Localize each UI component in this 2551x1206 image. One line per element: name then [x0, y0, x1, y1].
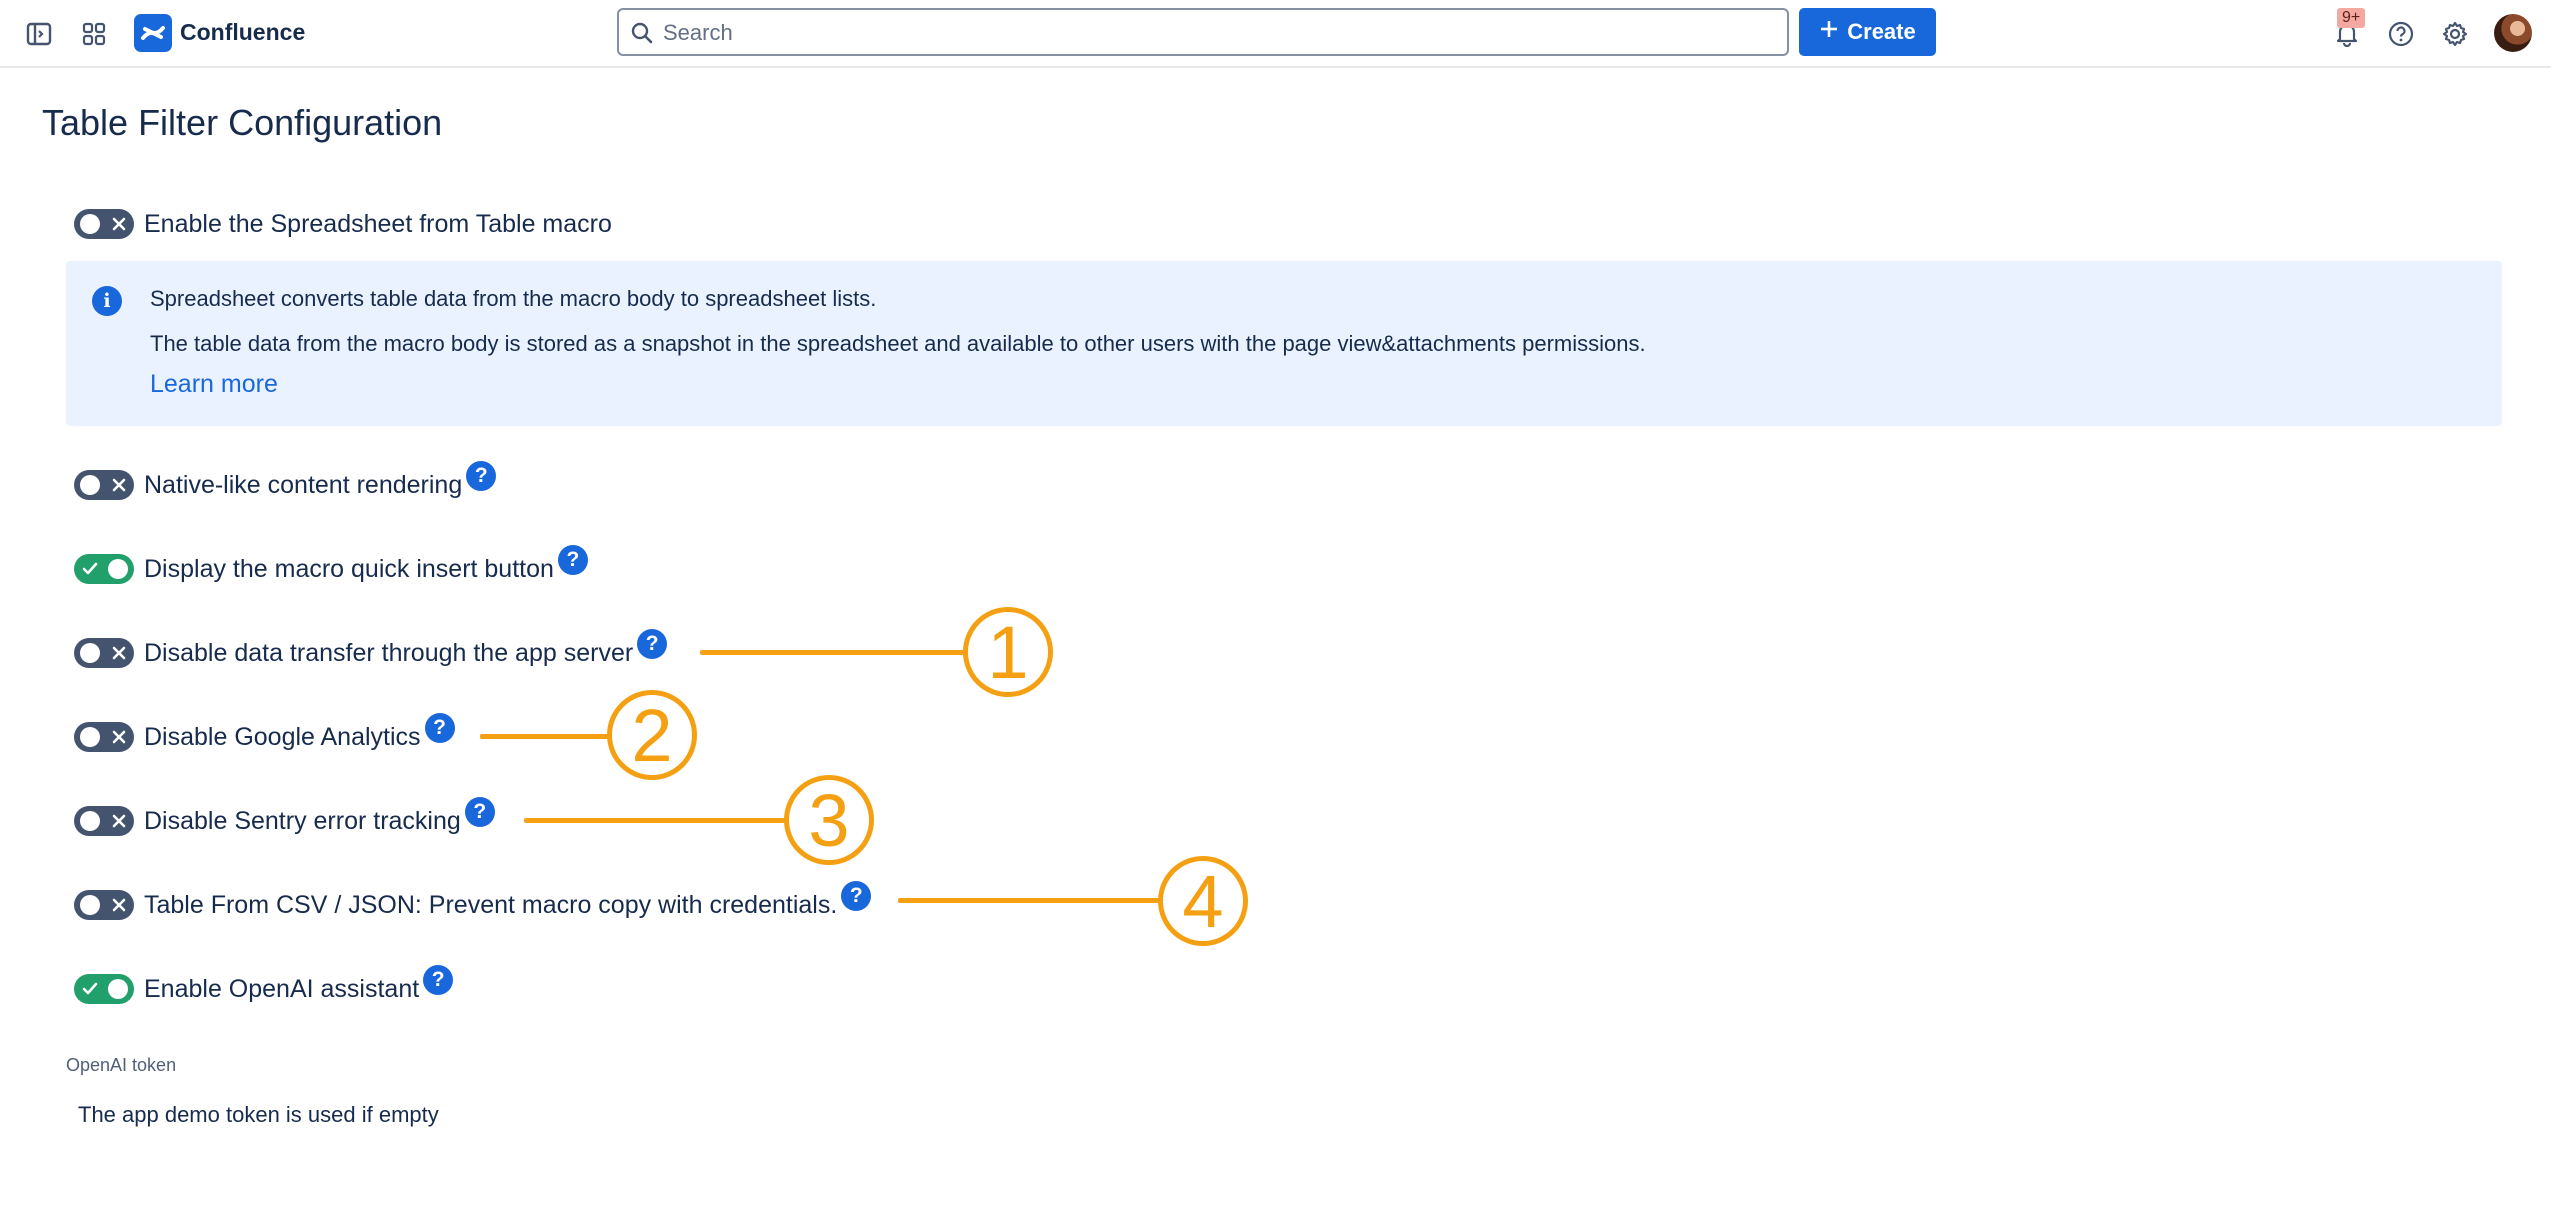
help-icon[interactable]: ? — [557, 545, 588, 575]
sentry-toggle[interactable] — [74, 806, 134, 836]
learn-more-link[interactable]: Learn more — [150, 370, 278, 399]
callout-number: 4 — [1158, 856, 1248, 946]
cross-icon — [112, 646, 126, 660]
search-input[interactable] — [661, 10, 1765, 56]
create-button[interactable]: Create — [1799, 8, 1936, 56]
data-transfer-toggle[interactable] — [74, 638, 134, 668]
cross-icon — [112, 730, 126, 744]
check-icon — [82, 562, 98, 575]
top-navigation-bar: Confluence Create 9+ — [0, 0, 2551, 68]
openai-token-label: OpenAI token — [66, 1055, 177, 1075]
toggle-knob — [80, 475, 100, 495]
callout-number: 1 — [963, 607, 1053, 697]
setting-label: Native-like content rendering — [144, 470, 463, 499]
setting-label: Display the macro quick insert button — [144, 554, 554, 583]
setting-row-quick-insert: Display the macro quick insert button ? — [74, 545, 588, 589]
setting-row-csv-json-credentials: Table From CSV / JSON: Prevent macro cop… — [74, 881, 872, 925]
setting-label: Disable Google Analytics — [144, 722, 421, 751]
help-icon[interactable]: ? — [637, 629, 668, 659]
toggle-knob — [108, 979, 128, 999]
setting-row-data-transfer: Disable data transfer through the app se… — [74, 629, 668, 673]
avatar[interactable] — [2494, 14, 2532, 52]
openai-toggle[interactable] — [74, 974, 134, 1004]
quick-insert-toggle[interactable] — [74, 554, 134, 584]
setting-label: Table From CSV / JSON: Prevent macro cop… — [144, 890, 838, 919]
page-title: Table Filter Configuration — [42, 102, 443, 143]
google-analytics-toggle[interactable] — [74, 722, 134, 752]
notification-badge: 9+ — [2337, 8, 2366, 28]
product-name[interactable]: Confluence — [180, 19, 305, 46]
native-rendering-toggle[interactable] — [74, 470, 134, 500]
toggle-knob — [108, 559, 128, 579]
setting-row-native-rendering: Native-like content rendering ? — [74, 461, 497, 505]
help-icon[interactable]: ? — [424, 713, 455, 743]
csv-json-credentials-toggle[interactable] — [74, 890, 134, 920]
callout-line — [480, 734, 610, 739]
info-icon: i — [92, 286, 122, 316]
search-box[interactable] — [617, 8, 1789, 56]
openai-token-input[interactable] — [66, 1090, 980, 1140]
gear-icon[interactable] — [2437, 16, 2473, 52]
toggle-knob — [80, 811, 100, 831]
info-text-line-1: Spreadsheet converts table data from the… — [150, 286, 877, 311]
setting-row-google-analytics: Disable Google Analytics ? — [74, 713, 455, 757]
toggle-knob — [80, 643, 100, 663]
search-icon — [631, 22, 653, 49]
toggle-knob — [80, 727, 100, 747]
spreadsheet-toggle[interactable] — [74, 209, 134, 239]
sidebar-toggle-icon[interactable] — [21, 16, 57, 52]
check-icon — [82, 982, 98, 995]
callout-line — [898, 898, 1161, 903]
help-icon[interactable]: ? — [466, 461, 497, 491]
setting-row-sentry: Disable Sentry error tracking ? — [74, 797, 495, 841]
setting-label: Enable the Spreadsheet from Table macro — [144, 209, 612, 238]
cross-icon — [112, 898, 126, 912]
setting-label: Enable OpenAI assistant — [144, 974, 420, 1003]
help-icon[interactable]: ? — [841, 881, 872, 911]
cross-icon — [112, 478, 126, 492]
info-panel: i Spreadsheet converts table data from t… — [66, 261, 2502, 426]
confluence-logo-icon[interactable] — [134, 14, 172, 52]
setting-row-spreadsheet: Enable the Spreadsheet from Table macro — [74, 204, 612, 244]
callout-line — [524, 818, 787, 823]
callout-number: 2 — [607, 690, 697, 780]
callout-line — [700, 650, 966, 655]
help-icon[interactable]: ? — [464, 797, 495, 827]
help-icon[interactable]: ? — [423, 965, 454, 995]
setting-label: Disable Sentry error tracking — [144, 806, 461, 835]
cross-icon — [112, 814, 126, 828]
plus-icon — [1819, 19, 1839, 45]
setting-label: Disable data transfer through the app se… — [144, 638, 634, 667]
toggle-knob — [80, 214, 100, 234]
create-button-label: Create — [1847, 19, 1916, 44]
toggle-knob — [80, 895, 100, 915]
app-switcher-icon[interactable] — [76, 16, 112, 52]
info-text-line-2: The table data from the macro body is st… — [150, 331, 1646, 356]
cross-icon — [112, 217, 126, 231]
help-icon[interactable] — [2383, 16, 2419, 52]
setting-row-openai: Enable OpenAI assistant ? — [74, 965, 454, 1009]
callout-number: 3 — [784, 775, 874, 865]
